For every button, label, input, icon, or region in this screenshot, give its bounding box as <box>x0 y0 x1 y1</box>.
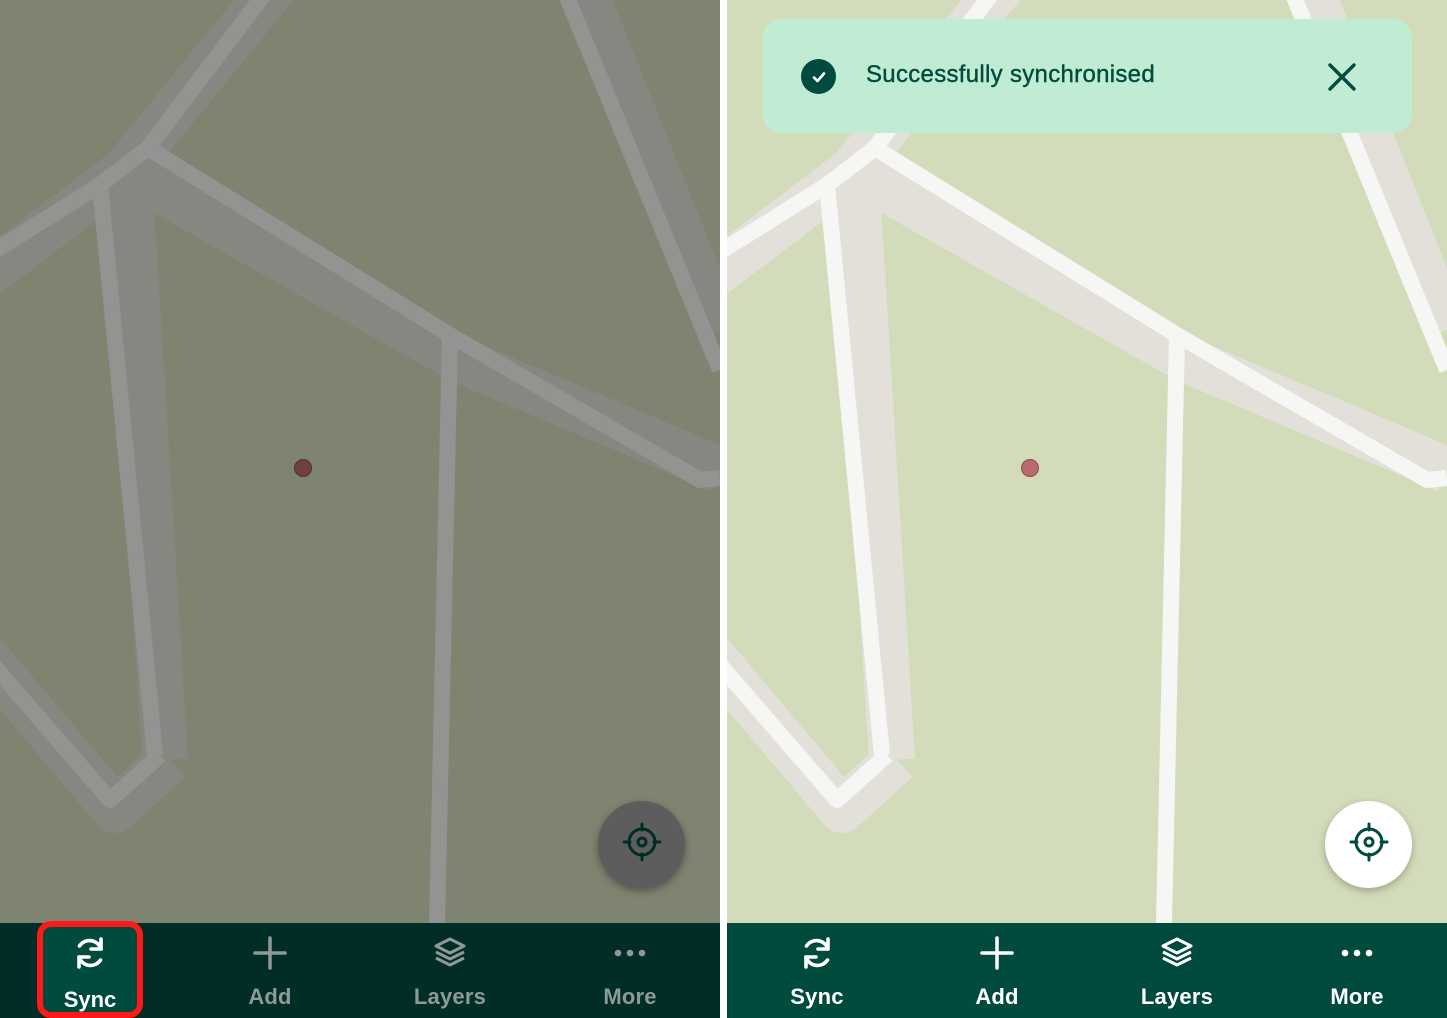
nav-more-button[interactable]: More <box>1267 923 1447 1018</box>
map-view[interactable] <box>727 0 1447 923</box>
locate-me-button[interactable] <box>1325 801 1412 888</box>
nav-label: More <box>1330 984 1384 1009</box>
sync-icon <box>72 935 108 976</box>
nav-label: More <box>603 984 657 1009</box>
plus-icon <box>979 935 1015 971</box>
after-sync-screen: Successfully synchronised Sync Add Layer… <box>727 0 1447 1018</box>
nav-layers-button[interactable]: Layers <box>360 923 540 1018</box>
nav-more-button[interactable]: More <box>540 923 720 1018</box>
screen-divider <box>720 0 727 1018</box>
nav-add-button[interactable]: Add <box>180 923 360 1018</box>
map-point-marker <box>1021 459 1039 477</box>
more-dots-icon <box>612 935 648 971</box>
nav-label: Layers <box>413 984 487 1009</box>
sync-icon <box>799 935 835 971</box>
nav-label: Layers <box>1140 984 1214 1009</box>
before-sync-screen: Sync Add Layers More <box>0 0 720 1018</box>
nav-label: Sync <box>790 984 844 1009</box>
check-circle-icon <box>801 59 836 94</box>
map-canvas <box>727 0 1447 923</box>
bottom-navigation-bar: Sync Add Layers More <box>727 923 1447 1018</box>
toast-message: Successfully synchronised <box>866 61 1155 88</box>
more-dots-icon <box>1339 935 1375 971</box>
layers-icon <box>432 935 468 971</box>
nav-label: Add <box>248 984 292 1009</box>
nav-sync-button[interactable]: Sync <box>727 923 907 1018</box>
layers-icon <box>1159 935 1195 971</box>
sync-success-toast: Successfully synchronised <box>763 19 1412 133</box>
crosshair-icon <box>1349 822 1389 867</box>
plus-icon <box>252 935 288 971</box>
highlighted-sync-button[interactable]: Sync <box>37 921 143 1018</box>
nav-label: Sync <box>63 987 117 1012</box>
nav-add-button[interactable]: Add <box>907 923 1087 1018</box>
modal-dim-overlay <box>0 0 720 923</box>
nav-label: Add <box>975 984 1019 1009</box>
close-icon[interactable] <box>1326 61 1358 93</box>
nav-layers-button[interactable]: Layers <box>1087 923 1267 1018</box>
